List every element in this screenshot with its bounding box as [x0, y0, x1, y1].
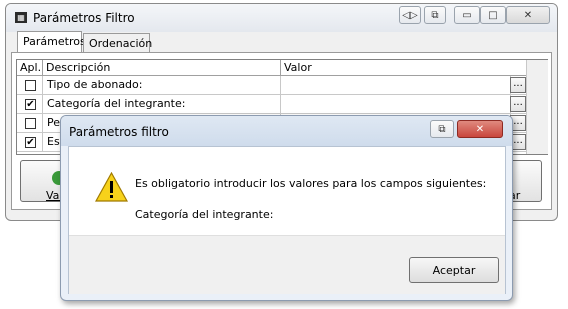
message-dialog: Parámetros filtro ⧉ ✕ Es obligatorio int…	[60, 115, 513, 301]
apply-checkbox-checked[interactable]: ✔	[25, 99, 36, 110]
maximize-icon: □	[488, 9, 498, 21]
dialog-titlebar[interactable]: Parámetros filtro ⧉ ✕	[61, 116, 512, 146]
header-descripcion[interactable]: Descripción	[43, 60, 281, 76]
minimize-button[interactable]: ▭	[454, 6, 480, 24]
description-cell: Tipo de abonado:	[43, 76, 281, 94]
tab-ordenacion[interactable]: Ordenación	[83, 33, 153, 53]
ellipsis-button[interactable]: ...	[510, 77, 526, 93]
tab-parametros-label: Parámetros	[23, 35, 86, 48]
vertical-scrollbar[interactable]	[526, 60, 548, 154]
ellipsis-button[interactable]: ...	[510, 96, 526, 112]
warning-icon	[95, 172, 128, 202]
maximize-button[interactable]: □	[480, 6, 506, 24]
header-apl[interactable]: Apl.	[17, 60, 43, 76]
close-icon: ✕	[475, 123, 485, 135]
apply-checkbox-checked[interactable]: ✔	[25, 137, 36, 148]
tab-ordenacion-label: Ordenación	[89, 37, 153, 50]
accept-button[interactable]: Aceptar	[409, 257, 499, 283]
close-button[interactable]: ✕	[506, 6, 550, 24]
accept-label: Aceptar	[432, 263, 476, 277]
value-cell[interactable]	[281, 95, 511, 113]
apply-checkbox[interactable]	[25, 118, 36, 129]
swap-windows-button[interactable]: ◁▷	[399, 6, 421, 24]
description-cell: Categoría del integrante:	[43, 95, 281, 113]
dialog-body: Es obligatorio introducir los valores pa…	[68, 146, 506, 294]
restore-window-button[interactable]: ⧉	[424, 6, 446, 24]
dialog-field-name: Categoría del integrante:	[135, 208, 274, 221]
dialog-message: Es obligatorio introducir los valores pa…	[135, 177, 487, 190]
apply-checkbox[interactable]	[25, 80, 36, 91]
header-valor[interactable]: Valor	[281, 60, 527, 76]
value-cell[interactable]	[281, 76, 511, 94]
table-row[interactable]: Tipo de abonado: ...	[17, 76, 527, 95]
restore-icon: ⧉	[431, 9, 439, 21]
tab-parametros[interactable]: Parámetros	[17, 31, 86, 54]
restore-icon: ⧉	[438, 123, 446, 135]
window-title: Parámetros Filtro	[33, 11, 135, 25]
main-titlebar[interactable]: ▦ Parámetros Filtro ◁▷ ⧉ ▭ □ ✕	[6, 4, 557, 32]
minimize-icon: ▭	[462, 9, 472, 21]
dialog-title: Parámetros filtro	[69, 125, 169, 139]
app-icon: ▦	[15, 12, 27, 23]
close-icon: ✕	[523, 9, 533, 21]
table-row[interactable]: ✔ Categoría del integrante: ...	[17, 95, 527, 114]
dialog-close-button[interactable]: ✕	[457, 120, 503, 138]
dialog-restore-button[interactable]: ⧉	[430, 120, 454, 138]
swap-icon: ◁▷	[402, 9, 418, 21]
